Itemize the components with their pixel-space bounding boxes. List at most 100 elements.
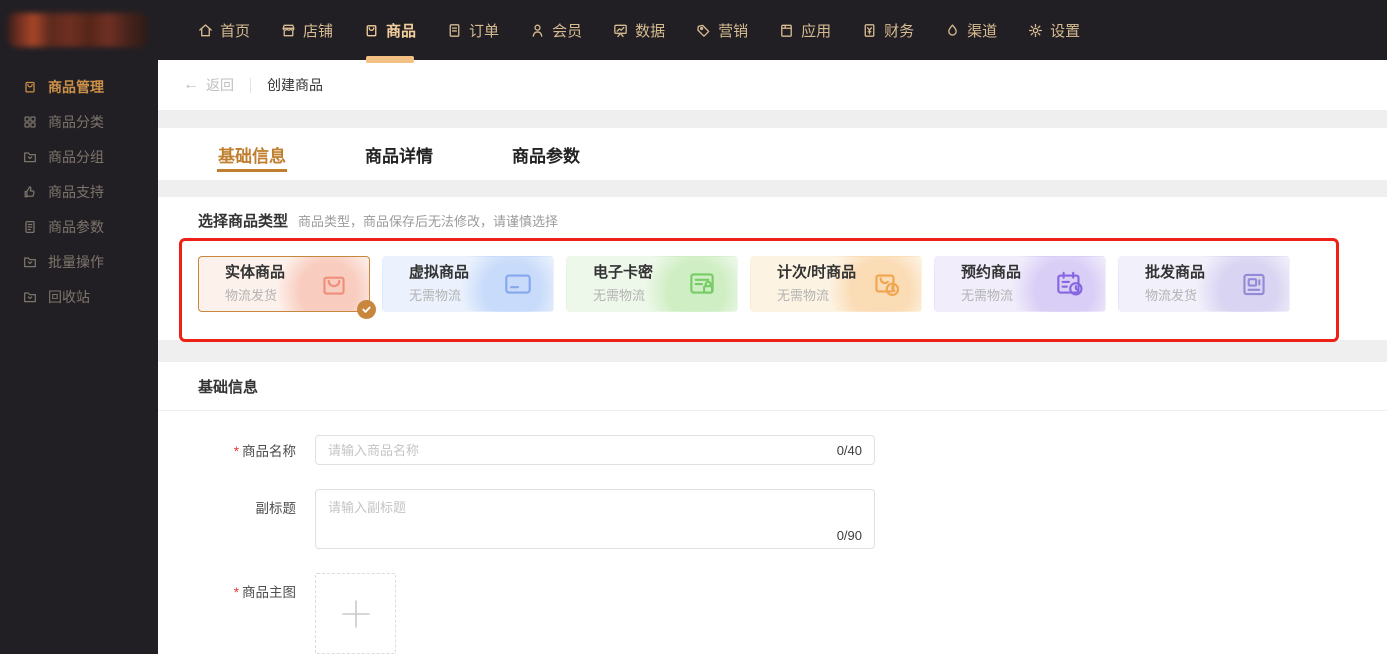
nav-item-设置[interactable]: 设置 <box>1025 0 1082 60</box>
nav-item-店铺[interactable]: 店铺 <box>278 0 335 60</box>
like-icon <box>24 185 35 197</box>
sidebar-item-label: 商品分类 <box>48 113 104 130</box>
nav-item-商品[interactable]: 商品 <box>361 0 418 63</box>
calendar-clock-icon <box>1057 271 1083 296</box>
product-type-card-实体商品[interactable]: 实体商品 物流发货 <box>198 256 376 319</box>
finance-icon <box>864 23 875 37</box>
order-icon <box>449 23 460 37</box>
goods-icon <box>25 81 35 93</box>
upload-plus-icon <box>341 599 370 628</box>
selected-check-badge <box>357 300 376 319</box>
form-row-subtitle: 副标题 0/90 <box>158 489 1387 549</box>
shop-icon <box>282 24 295 36</box>
member-icon <box>532 24 543 37</box>
nav-item-首页[interactable]: 首页 <box>195 0 252 60</box>
form-row-main-image: * 商品主图 <box>158 573 1387 654</box>
sidebar-item-label: 商品管理 <box>48 78 104 95</box>
product-type-card-电子卡密[interactable]: 电子卡密 无需物流 <box>566 256 738 312</box>
main-image-label: * 商品主图 <box>233 585 296 600</box>
basic-section-title: 基础信息 <box>198 379 259 396</box>
tab-基础信息[interactable]: 基础信息 <box>217 128 287 180</box>
breadcrumb-divider <box>250 77 251 93</box>
bag-clock-icon <box>875 274 900 297</box>
sidebar-item-label: 批量操作 <box>48 253 104 270</box>
tab-商品详情[interactable]: 商品详情 <box>365 128 433 180</box>
breadcrumb: ← 返回 创建商品 <box>158 60 1387 110</box>
nav-item-label: 首页 <box>220 22 251 40</box>
home-icon <box>199 23 212 36</box>
product-name-counter: 0/40 <box>836 442 862 458</box>
nav-item-label: 设置 <box>1050 22 1081 40</box>
goods-icon <box>366 24 377 36</box>
folder-icon <box>24 291 36 302</box>
product-type-panel: 选择商品类型 商品类型，商品保存后无法修改，请谨慎选择 实体商品 物流发货 虚拟商品… <box>158 197 1387 340</box>
sidebar-item-商品参数[interactable]: 商品参数 <box>0 209 158 244</box>
subtitle-label: 副标题 <box>255 501 297 516</box>
page-title: 创建商品 <box>267 77 323 93</box>
nav-item-营销[interactable]: 营销 <box>693 0 750 60</box>
nav-item-订单[interactable]: 订单 <box>444 0 501 60</box>
sidebar-item-label: 回收站 <box>48 288 90 305</box>
sidebar-item-商品分类[interactable]: 商品分类 <box>0 104 158 139</box>
bag-icon <box>323 276 345 295</box>
back-label: 返回 <box>206 77 234 93</box>
sidebar-item-商品支持[interactable]: 商品支持 <box>0 174 158 209</box>
sidebar-item-label: 商品分组 <box>48 148 104 165</box>
folder-icon <box>24 151 36 162</box>
tabs-bar: 基础信息 商品详情 商品参数 <box>158 128 1387 180</box>
doc-icon <box>25 220 35 233</box>
product-type-card-计次/时商品[interactable]: 计次/时商品 无需物流 <box>750 256 922 312</box>
store-logo <box>8 13 148 47</box>
nav-item-label: 订单 <box>469 22 500 40</box>
sidebar: 商品管理商品分类商品分组商品支持商品参数批量操作回收站 <box>0 60 158 654</box>
data-icon <box>614 24 627 37</box>
back-button[interactable]: ← 返回 <box>183 75 234 95</box>
product-type-cards: 实体商品 物流发货 虚拟商品 无需物流 电子卡密 无需物流 计次/时商品 无需物流 预约商品 无需… <box>198 256 1387 319</box>
folder-icon <box>24 256 36 267</box>
channel-icon <box>948 23 957 36</box>
tab-商品参数[interactable]: 商品参数 <box>512 128 580 180</box>
nav-item-label: 应用 <box>801 22 832 40</box>
product-type-card-批发商品[interactable]: 批发商品 物流发货 <box>1118 256 1290 312</box>
nav-active-underline <box>365 56 414 63</box>
type-section-title: 选择商品类型 <box>198 213 289 230</box>
product-type-card-虚拟商品[interactable]: 虚拟商品 无需物流 <box>382 256 554 312</box>
basic-info-panel: 基础信息 *商品名称 0/40 副标题 0/90 <box>158 362 1387 654</box>
tab-label: 基础信息 <box>218 146 286 166</box>
nav-item-label: 营销 <box>718 22 749 40</box>
product-type-card-预约商品[interactable]: 预约商品 无需物流 <box>934 256 1106 312</box>
nav-item-应用[interactable]: 应用 <box>776 0 833 60</box>
virtual-card-icon <box>505 274 531 294</box>
nav-item-数据[interactable]: 数据 <box>610 0 667 60</box>
tab-label: 商品详情 <box>365 146 433 166</box>
nav-item-label: 数据 <box>635 22 666 40</box>
subtitle-textarea[interactable] <box>328 497 862 529</box>
sidebar-item-label: 商品参数 <box>48 218 104 235</box>
nav-item-label: 渠道 <box>967 22 998 40</box>
nav-item-会员[interactable]: 会员 <box>527 0 584 60</box>
nav-item-财务[interactable]: 财务 <box>859 0 916 60</box>
product-name-label: * 商品名称 <box>233 444 296 459</box>
tab-active-underline <box>217 169 287 172</box>
sidebar-item-商品分组[interactable]: 商品分组 <box>0 139 158 174</box>
settings-icon <box>1029 23 1043 37</box>
nav-item-label: 财务 <box>884 22 915 40</box>
card-lock-icon <box>690 273 714 294</box>
sidebar-item-label: 商品支持 <box>48 183 104 200</box>
main-image-upload[interactable] <box>315 573 396 654</box>
nav-item-label: 店铺 <box>303 22 334 40</box>
product-name-input[interactable] <box>328 442 827 458</box>
nav-item-label: 商品 <box>386 22 417 40</box>
subtitle-counter: 0/90 <box>836 528 862 543</box>
top-nav: 首页 店铺 商品 订单 会员 数据 营销 应用 财务 渠道 设置 <box>195 0 1108 63</box>
sidebar-item-商品管理[interactable]: 商品管理 <box>0 69 158 104</box>
sidebar-item-回收站[interactable]: 回收站 <box>0 279 158 314</box>
clipboard-icon <box>1243 273 1265 296</box>
tab-label: 商品参数 <box>512 146 580 166</box>
sidebar-item-批量操作[interactable]: 批量操作 <box>0 244 158 279</box>
top-bar: 首页 店铺 商品 订单 会员 数据 营销 应用 财务 渠道 设置 <box>0 0 1387 63</box>
nav-item-渠道[interactable]: 渠道 <box>942 0 999 60</box>
type-section-note: 商品类型，商品保存后无法修改，请谨慎选择 <box>298 214 559 229</box>
grid-icon <box>24 115 36 128</box>
required-mark: * <box>233 444 239 459</box>
